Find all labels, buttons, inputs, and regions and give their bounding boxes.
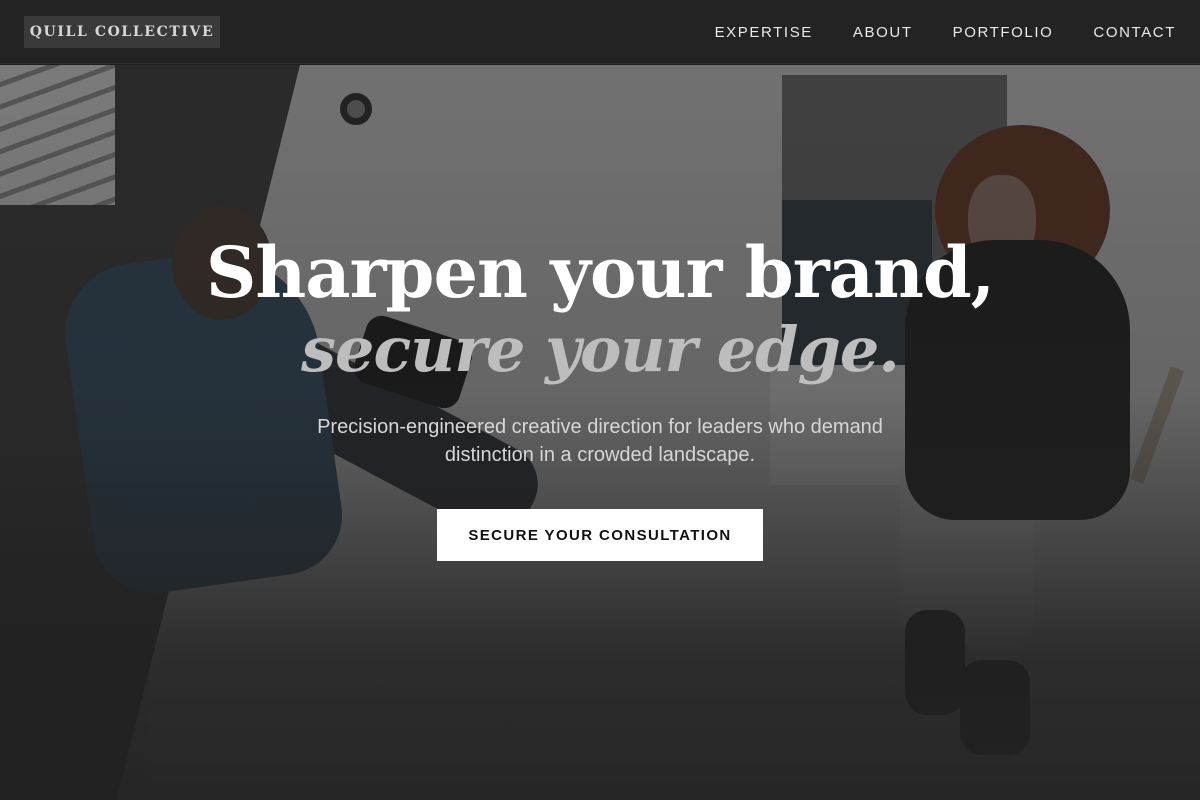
nav-links: EXPERTISE ABOUT PORTFOLIO CONTACT [675, 0, 1176, 64]
hero-headline-accent: secure your edge. [301, 313, 900, 386]
brand-logo[interactable]: QUILL COLLECTIVE [24, 16, 220, 48]
hero-headline: Sharpen your brand, [205, 231, 995, 314]
secure-consultation-button[interactable]: SECURE YOUR CONSULTATION [437, 509, 763, 561]
top-navbar: QUILL COLLECTIVE EXPERTISE ABOUT PORTFOL… [0, 0, 1200, 64]
nav-link-contact[interactable]: CONTACT [1093, 24, 1176, 41]
nav-link-about[interactable]: ABOUT [853, 24, 913, 41]
hero-content: Sharpen your brand, secure your edge. Pr… [0, 65, 1200, 800]
hero-subtext: Precision-engineered creative direction … [317, 416, 883, 466]
nav-link-expertise[interactable]: EXPERTISE [715, 24, 813, 41]
hero-section: Sharpen your brand, secure your edge. Pr… [0, 65, 1200, 800]
nav-link-portfolio[interactable]: PORTFOLIO [953, 24, 1054, 41]
